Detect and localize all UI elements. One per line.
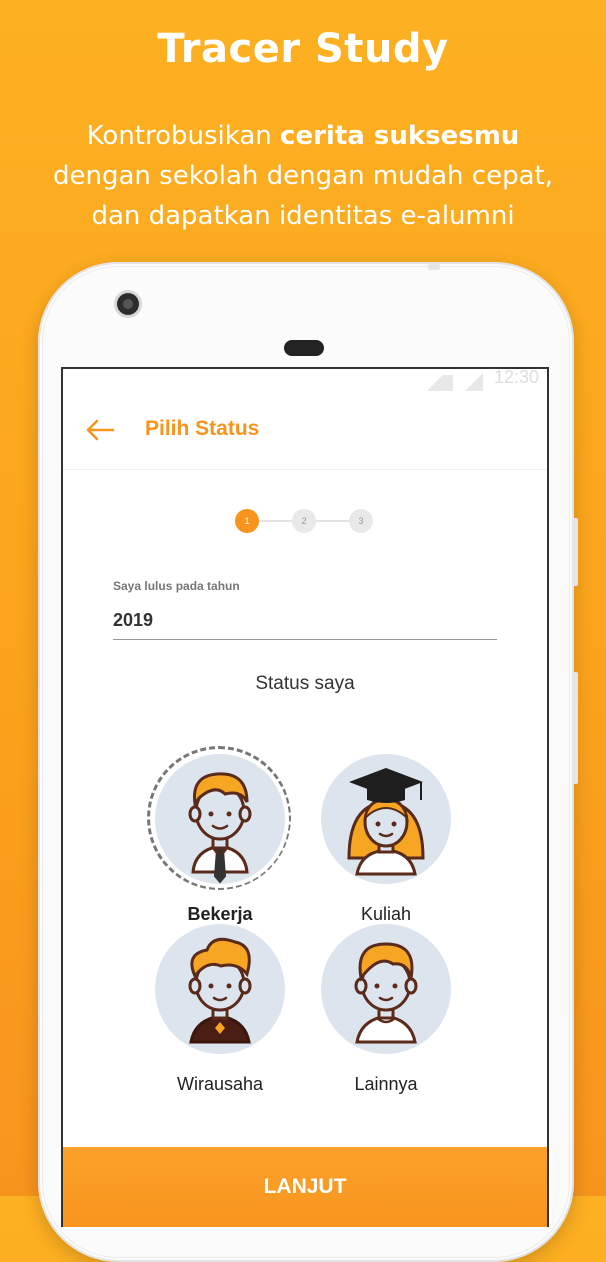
option-label: Lainnya [354,1074,418,1094]
option-label: Kuliah [360,904,412,924]
status-option-lainnya[interactable]: Lainnya [306,924,466,1104]
promo-highlight: cerita suksesmu [280,121,520,151]
option-label: Bekerja [187,904,253,924]
app-bar: Pilih Status [63,391,547,470]
entrepreneur-avatar-icon [188,937,252,1044]
status-time: 12:30 [493,367,539,387]
promo-line-2: dengan sekolah dengan mudah cepat, [53,161,553,191]
wifi-icon [425,375,453,391]
promo-line-3: dan dapatkan identitas e-alumni [91,201,515,231]
status-option-bekerja[interactable]: Bekerja [140,746,300,934]
step-2: 2 [292,509,316,533]
step-3: 3 [349,509,373,533]
next-button-label: LANJUT [263,1175,347,1198]
field-underline [113,639,497,640]
other-avatar-icon [354,942,418,1044]
promo-line-1: Kontrobusikan cerita suksesmu [86,121,520,151]
student-avatar-icon [347,768,425,876]
status-bar: 12:30 [63,369,547,391]
status-section-title: Status saya [255,673,355,694]
next-button[interactable]: LANJUT [63,1147,547,1227]
status-option-kuliah[interactable]: Kuliah [306,754,466,934]
step-1: 1 [235,509,259,533]
phone-top-button [428,264,440,270]
option-label: Wirausaha [176,1074,264,1094]
graduation-year-input[interactable] [113,605,497,635]
worker-avatar-icon [188,772,252,884]
phone-power-button [572,672,578,784]
app-screen: 12:30 Pilih Status 1 2 3 Saya lulus pada… [61,367,549,1227]
front-camera-icon [117,293,139,315]
promo-title: Tracer Study [157,26,449,72]
progress-stepper: 1 2 3 [235,509,377,533]
phone-volume-button [572,518,578,586]
graduation-year-label: Saya lulus pada tahun [113,579,240,593]
status-option-wirausaha[interactable]: Wirausaha [140,924,300,1104]
page-title: Pilih Status [145,417,260,440]
signal-icon [465,373,483,391]
phone-speaker [284,340,324,356]
back-arrow-icon[interactable] [85,419,115,441]
promo-subtitle: Kontrobusikan cerita suksesmu dengan sek… [0,116,606,236]
